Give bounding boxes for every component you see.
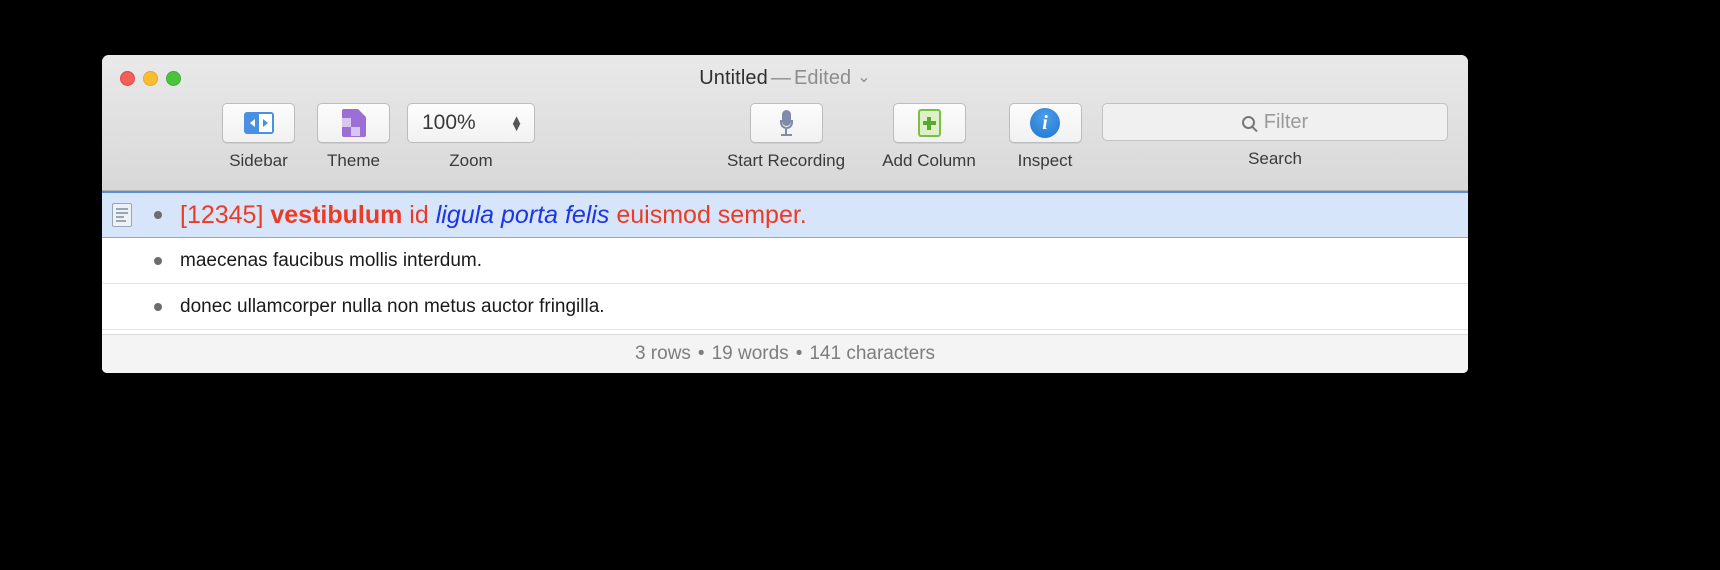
- application-window: Untitled — Edited ⌄ Sidebar Theme 100% ▲…: [102, 55, 1468, 373]
- edited-status: Edited: [793, 67, 852, 89]
- search-icon: [1241, 115, 1255, 129]
- search-placeholder: Filter: [1263, 110, 1309, 133]
- toolbar-item-sidebar[interactable]: Sidebar: [222, 103, 295, 171]
- row-segment: id: [402, 200, 436, 229]
- inspect-button[interactable]: i: [1008, 103, 1082, 143]
- status-row-count: 3 rows: [634, 343, 691, 364]
- toolbar-item-theme[interactable]: Theme: [317, 103, 390, 171]
- status-character-count: 141 characters: [809, 343, 936, 364]
- toolbar-item-start-recording[interactable]: Start Recording: [713, 103, 859, 171]
- zoom-stepper[interactable]: 100% ▲ ▼: [407, 103, 535, 143]
- row-bullet-icon: [154, 256, 162, 265]
- toolbar-item-zoom[interactable]: 100% ▲ ▼ Zoom: [407, 103, 535, 171]
- row-segment: euismod semper.: [609, 200, 807, 229]
- inspect-label: Inspect: [1017, 151, 1073, 170]
- zoom-decrease-icon[interactable]: ▼: [510, 120, 523, 133]
- row-text: donec ullamcorper nulla non metus auctor…: [180, 295, 605, 317]
- zoom-value: 100%: [422, 111, 476, 134]
- document-table[interactable]: [12345] vestibulum id ligula porta felis…: [102, 191, 1468, 334]
- status-bar: 3 rows • 19 words • 141 characters: [102, 334, 1468, 373]
- add-column-label: Add Column: [882, 151, 976, 170]
- microphone-icon: [779, 110, 793, 136]
- toolbar-item-inspect[interactable]: i Inspect: [997, 103, 1093, 171]
- window-toolbar: Sidebar Theme 100% ▲ ▼ Zoom Start Record…: [102, 103, 1468, 189]
- add-column-button[interactable]: [892, 103, 966, 143]
- table-row[interactable]: maecenas faucibus mollis interdum.: [102, 238, 1468, 284]
- theme-button-label: Theme: [327, 151, 380, 170]
- desktop-background: Untitled — Edited ⌄ Sidebar Theme 100% ▲…: [0, 0, 1720, 570]
- sidebar-button[interactable]: [222, 103, 295, 143]
- sidebar-toggle-icon: [243, 112, 274, 134]
- row-text: maecenas faucibus mollis interdum.: [180, 249, 483, 271]
- zoom-stepper-arrows[interactable]: ▲ ▼: [510, 113, 523, 133]
- row-bullet-icon: [154, 211, 162, 219]
- table-row[interactable]: donec ullamcorper nulla non metus auctor…: [102, 284, 1468, 330]
- theme-page-icon: [341, 109, 366, 137]
- row-text: [12345] vestibulum id ligula porta felis…: [180, 201, 807, 230]
- table-row[interactable]: [12345] vestibulum id ligula porta felis…: [102, 191, 1468, 238]
- status-separator: •: [697, 343, 705, 364]
- title-separator: —: [770, 67, 791, 89]
- start-recording-button[interactable]: [749, 103, 823, 143]
- toolbar-item-search[interactable]: Filter Search: [1102, 103, 1448, 169]
- row-segment: [12345]: [180, 200, 271, 229]
- row-document-icon: [112, 203, 132, 227]
- sidebar-button-label: Sidebar: [229, 151, 288, 170]
- info-icon: i: [1030, 108, 1060, 138]
- zoom-label: Zoom: [449, 151, 493, 170]
- search-label: Search: [1248, 149, 1302, 168]
- row-segment: ligula porta felis: [435, 200, 610, 229]
- status-word-count: 19 words: [711, 343, 789, 364]
- start-recording-label: Start Recording: [726, 151, 846, 170]
- search-input[interactable]: Filter: [1102, 103, 1448, 141]
- document-title: Untitled: [699, 67, 768, 89]
- theme-button[interactable]: [317, 103, 390, 143]
- window-titlebar: Untitled — Edited ⌄ Sidebar Theme 100% ▲…: [102, 55, 1468, 191]
- row-bullet-icon: [154, 302, 162, 311]
- chevron-down-icon[interactable]: ⌄: [851, 69, 871, 86]
- add-column-icon: [917, 109, 941, 137]
- row-segment: vestibulum: [270, 200, 403, 229]
- toolbar-item-add-column[interactable]: Add Column: [864, 103, 994, 171]
- window-title: Untitled — Edited ⌄: [102, 67, 1468, 90]
- status-separator: •: [795, 343, 803, 364]
